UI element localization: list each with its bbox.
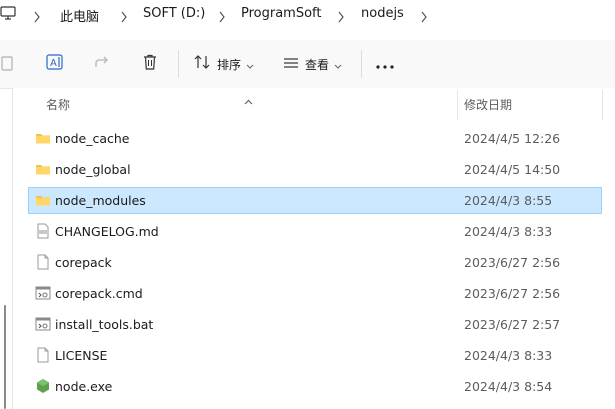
list-item[interactable]: node_global 2024/4/5 14:50 xyxy=(28,156,602,183)
toolbar-divider xyxy=(361,50,362,78)
share-icon xyxy=(93,53,111,75)
more-options-button[interactable] xyxy=(375,52,395,76)
list-item-selected[interactable]: node_modules 2024/4/3 8:55 xyxy=(28,187,602,214)
file-name: corepack xyxy=(55,255,112,270)
list-item[interactable]: corepack.cmd 2023/6/27 2:56 xyxy=(28,280,602,307)
svg-text:A: A xyxy=(50,58,57,69)
file-name: CHANGELOG.md xyxy=(55,224,159,239)
chevron-right-icon[interactable] xyxy=(420,8,428,27)
view-button[interactable]: 查看 xyxy=(283,52,342,76)
column-divider[interactable] xyxy=(457,90,458,120)
copy-button[interactable] xyxy=(0,52,14,76)
chevron-right-icon[interactable] xyxy=(218,8,226,27)
rename-icon: A xyxy=(45,52,65,76)
list-item[interactable]: install_tools.bat 2023/6/27 2:57 xyxy=(28,311,602,338)
file-date: 2024/4/3 8:55 xyxy=(464,193,553,208)
node-exe-icon xyxy=(35,378,51,394)
file-name: corepack.cmd xyxy=(55,286,143,301)
copy-icon xyxy=(0,53,14,75)
view-list-icon xyxy=(283,55,299,74)
nav-pane-scrollbar[interactable] xyxy=(4,305,6,409)
bat-file-icon xyxy=(35,316,51,332)
list-item[interactable]: corepack 2023/6/27 2:56 xyxy=(28,249,602,276)
file-name: node.exe xyxy=(55,379,113,394)
sort-button[interactable]: 排序 xyxy=(193,52,254,76)
trash-icon xyxy=(141,53,159,75)
chevron-down-icon xyxy=(246,55,254,74)
chevron-right-icon[interactable] xyxy=(120,8,128,27)
sort-ascending-icon xyxy=(244,90,253,109)
folder-icon xyxy=(35,130,51,146)
address-bar[interactable]: 此电脑 SOFT (D:) ProgramSoft nodejs xyxy=(0,0,615,30)
folder-icon xyxy=(35,192,51,208)
breadcrumb-programsoft[interactable]: ProgramSoft xyxy=(241,6,322,21)
delete-button[interactable] xyxy=(141,52,159,76)
list-item[interactable]: node_cache 2024/4/5 12:26 xyxy=(28,125,602,152)
file-icon xyxy=(35,347,51,363)
sort-label: 排序 xyxy=(217,57,242,72)
chevron-down-icon xyxy=(334,55,342,74)
list-item[interactable]: LICENSE 2024/4/3 8:33 xyxy=(28,342,602,369)
file-name: node_global xyxy=(55,162,131,177)
column-header-name[interactable]: 名称 xyxy=(46,96,70,113)
markdown-file-icon xyxy=(35,223,51,239)
this-pc-icon[interactable] xyxy=(0,5,16,25)
file-date: 2024/4/5 14:50 xyxy=(464,162,561,177)
list-item[interactable]: CHANGELOG.md 2024/4/3 8:33 xyxy=(28,218,602,245)
file-date: 2023/6/27 2:57 xyxy=(464,317,561,332)
chevron-right-icon[interactable] xyxy=(33,8,41,27)
folder-icon xyxy=(35,161,51,177)
file-date: 2024/4/3 8:33 xyxy=(464,348,553,363)
file-date: 2023/6/27 2:56 xyxy=(464,255,561,270)
more-icon xyxy=(375,55,395,74)
file-name: node_modules xyxy=(55,193,146,208)
file-date: 2023/6/27 2:56 xyxy=(464,286,561,301)
breadcrumb-this-pc[interactable]: 此电脑 xyxy=(60,6,99,25)
toolbar-divider xyxy=(178,50,179,78)
breadcrumb-drive[interactable]: SOFT (D:) xyxy=(143,6,205,21)
file-date: 2024/4/3 8:33 xyxy=(464,224,553,239)
view-label: 查看 xyxy=(305,57,330,72)
file-icon xyxy=(35,254,51,270)
command-bar: A 排序 查看 xyxy=(0,40,615,89)
cmd-file-icon xyxy=(35,285,51,301)
file-name: install_tools.bat xyxy=(55,317,154,332)
share-button[interactable] xyxy=(93,52,111,76)
breadcrumb-nodejs[interactable]: nodejs xyxy=(361,6,404,21)
sort-icon xyxy=(193,54,211,74)
column-header-modified[interactable]: 修改日期 xyxy=(464,96,512,113)
chevron-right-icon[interactable] xyxy=(337,8,345,27)
column-divider[interactable] xyxy=(602,90,603,120)
file-name: LICENSE xyxy=(55,348,108,363)
list-item[interactable]: node.exe 2024/4/3 8:54 xyxy=(28,373,602,400)
file-date: 2024/4/5 12:26 xyxy=(464,131,561,146)
file-name: node_cache xyxy=(55,131,130,146)
rename-button[interactable]: A xyxy=(45,52,65,76)
file-date: 2024/4/3 8:54 xyxy=(464,379,553,394)
